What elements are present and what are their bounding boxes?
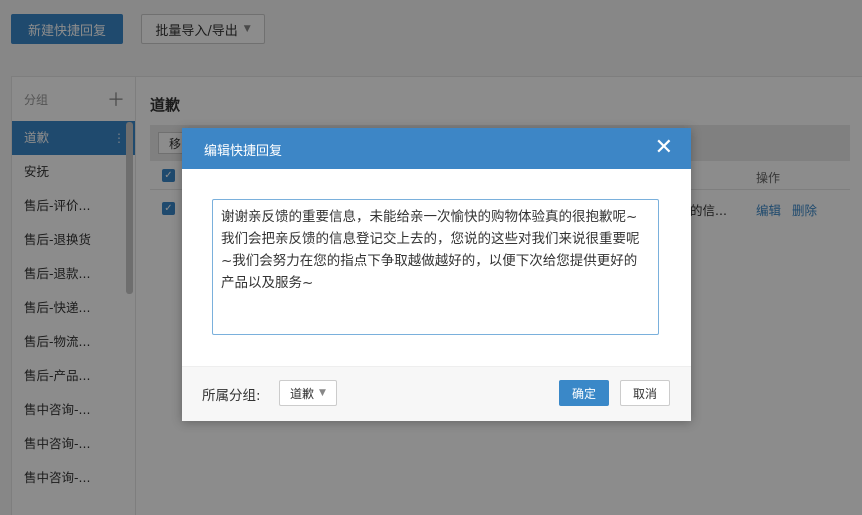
edit-quick-reply-dialog: 编辑快捷回复 ✕ 谢谢亲反馈的重要信息，未能给亲一次愉快的购物体验真的很抱歉呢~… xyxy=(182,128,691,421)
chevron-down-icon: ▼ xyxy=(319,388,326,398)
confirm-button[interactable]: 确定 xyxy=(559,380,609,406)
modal-header: 编辑快捷回复 ✕ xyxy=(182,128,691,169)
group-select[interactable]: 道歉 ▼ xyxy=(279,380,337,406)
group-label: 所属分组: xyxy=(202,388,261,404)
reply-content-textarea[interactable]: 谢谢亲反馈的重要信息，未能给亲一次愉快的购物体验真的很抱歉呢~我们会把亲反馈的信… xyxy=(212,199,659,335)
modal-footer: 所属分组: 道歉 ▼ 确定 取消 xyxy=(182,366,691,421)
cancel-button[interactable]: 取消 xyxy=(620,380,670,406)
group-select-value: 道歉 xyxy=(290,386,315,401)
close-icon[interactable]: ✕ xyxy=(655,134,673,162)
modal-title: 编辑快捷回复 xyxy=(204,144,283,159)
